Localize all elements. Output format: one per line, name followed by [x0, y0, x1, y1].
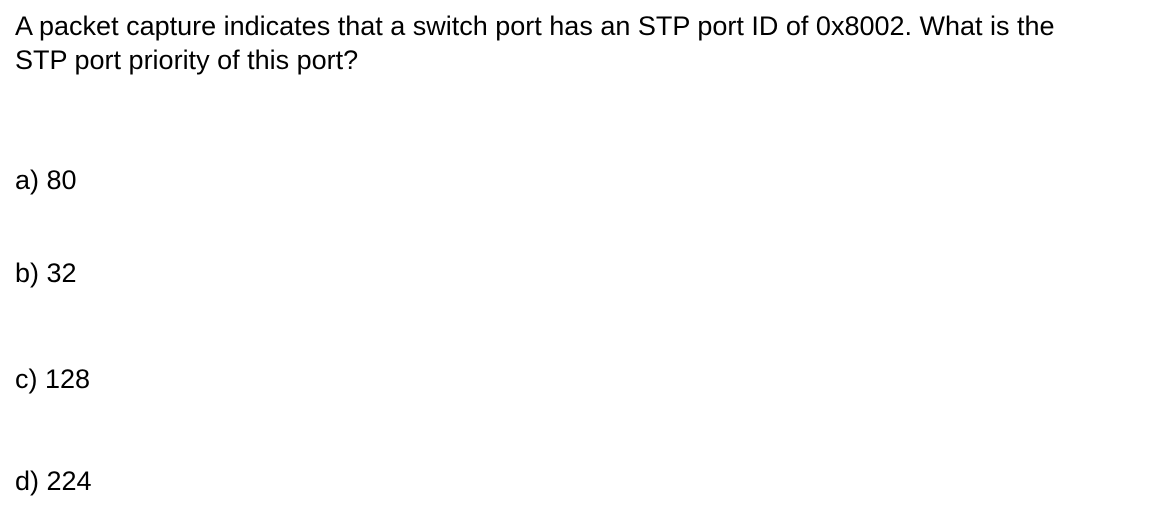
- option-a: a) 80: [15, 165, 77, 195]
- question-text: A packet capture indicates that a switch…: [15, 9, 1155, 77]
- option-b: b) 32: [15, 258, 77, 288]
- option-c: c) 128: [15, 364, 91, 394]
- question-line-1: A packet capture indicates that a switch…: [15, 11, 1055, 41]
- question-line-2: STP port priority of this port?: [15, 45, 359, 75]
- option-d: d) 224: [15, 466, 92, 496]
